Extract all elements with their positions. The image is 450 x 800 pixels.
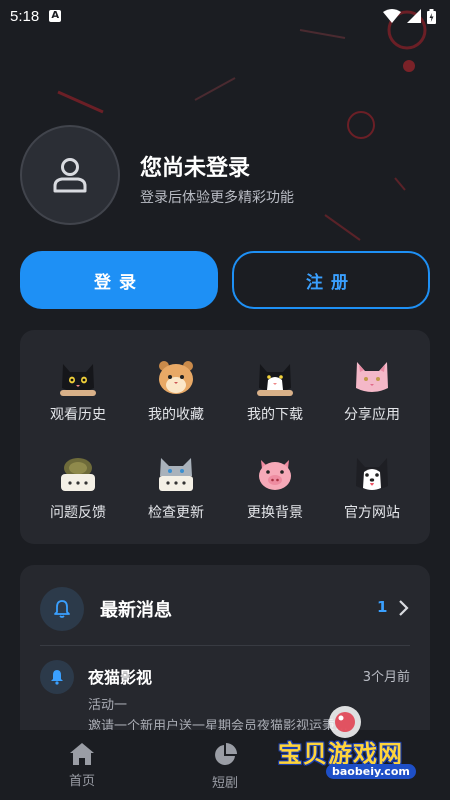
signal-icon	[407, 9, 421, 23]
battery-icon	[427, 8, 436, 24]
pig-icon	[259, 460, 291, 490]
watermark-url: baobeiy.com	[326, 764, 416, 779]
avatar[interactable]	[20, 125, 120, 225]
message-item-time: 3个月前	[362, 670, 410, 685]
home-icon	[70, 743, 94, 765]
feature-official-website[interactable]: 官方网站	[321, 452, 423, 542]
divider	[40, 645, 410, 646]
husky-icon	[356, 458, 388, 490]
login-button[interactable]: 登录	[20, 251, 218, 309]
turtle-icon	[61, 458, 95, 491]
gray-cat-icon	[159, 458, 193, 491]
login-status-title: 您尚未登录	[140, 156, 251, 181]
nav-short-drama[interactable]: 短剧	[185, 742, 265, 791]
message-item-subtitle: 活动一	[88, 698, 128, 713]
tuxedo-cat-icon	[257, 364, 293, 396]
feature-label: 我的收藏	[148, 407, 204, 423]
nav-home[interactable]: 首页	[42, 742, 122, 789]
hamster-icon	[159, 361, 193, 394]
status-icons	[383, 8, 436, 24]
pie-chart-icon	[215, 743, 237, 765]
feature-favorites[interactable]: 我的收藏	[125, 354, 227, 444]
feature-label: 我的下载	[247, 407, 303, 423]
notification-badge: A	[49, 10, 62, 22]
status-bar: 5:18 A	[0, 0, 450, 32]
black-cat-icon	[60, 364, 96, 396]
register-button[interactable]: 注册	[232, 251, 430, 309]
nav-short-drama-label: 短剧	[211, 776, 238, 791]
status-time: 5:18	[10, 7, 40, 25]
message-item-icon	[40, 660, 74, 694]
login-status-subtitle: 登录后体验更多精彩功能	[140, 190, 294, 206]
pink-cat-icon	[356, 362, 388, 392]
feature-downloads[interactable]: 我的下载	[224, 354, 326, 444]
latest-messages-title: 最新消息	[100, 600, 172, 621]
feature-label: 官方网站	[344, 505, 400, 521]
bell-icon	[51, 670, 63, 685]
feature-label: 问题反馈	[50, 505, 106, 521]
feature-check-update[interactable]: 检查更新	[125, 452, 227, 542]
message-count[interactable]: 1	[377, 598, 387, 616]
feature-share-app[interactable]: 分享应用	[321, 354, 423, 444]
wifi-icon	[383, 9, 401, 23]
feature-watch-history[interactable]: 观看历史	[27, 354, 129, 444]
feature-label: 分享应用	[344, 407, 400, 423]
message-item-title[interactable]: 夜猫影视	[88, 664, 152, 688]
bell-icon-container	[40, 587, 84, 631]
user-icon	[53, 158, 87, 193]
feature-change-background[interactable]: 更换背景	[224, 452, 326, 542]
feature-label: 观看历史	[50, 407, 106, 423]
chevron-right-icon[interactable]	[396, 599, 410, 617]
bell-outline-icon	[54, 600, 70, 618]
feature-feedback[interactable]: 问题反馈	[27, 452, 129, 542]
feature-label: 更换背景	[247, 505, 303, 521]
nav-home-label: 首页	[68, 774, 95, 789]
feature-grid: 观看历史 我的收藏 我的下载 分享应用 问题反馈 检查更新 更换背景 官方网站	[20, 330, 430, 544]
feature-label: 检查更新	[148, 505, 204, 521]
